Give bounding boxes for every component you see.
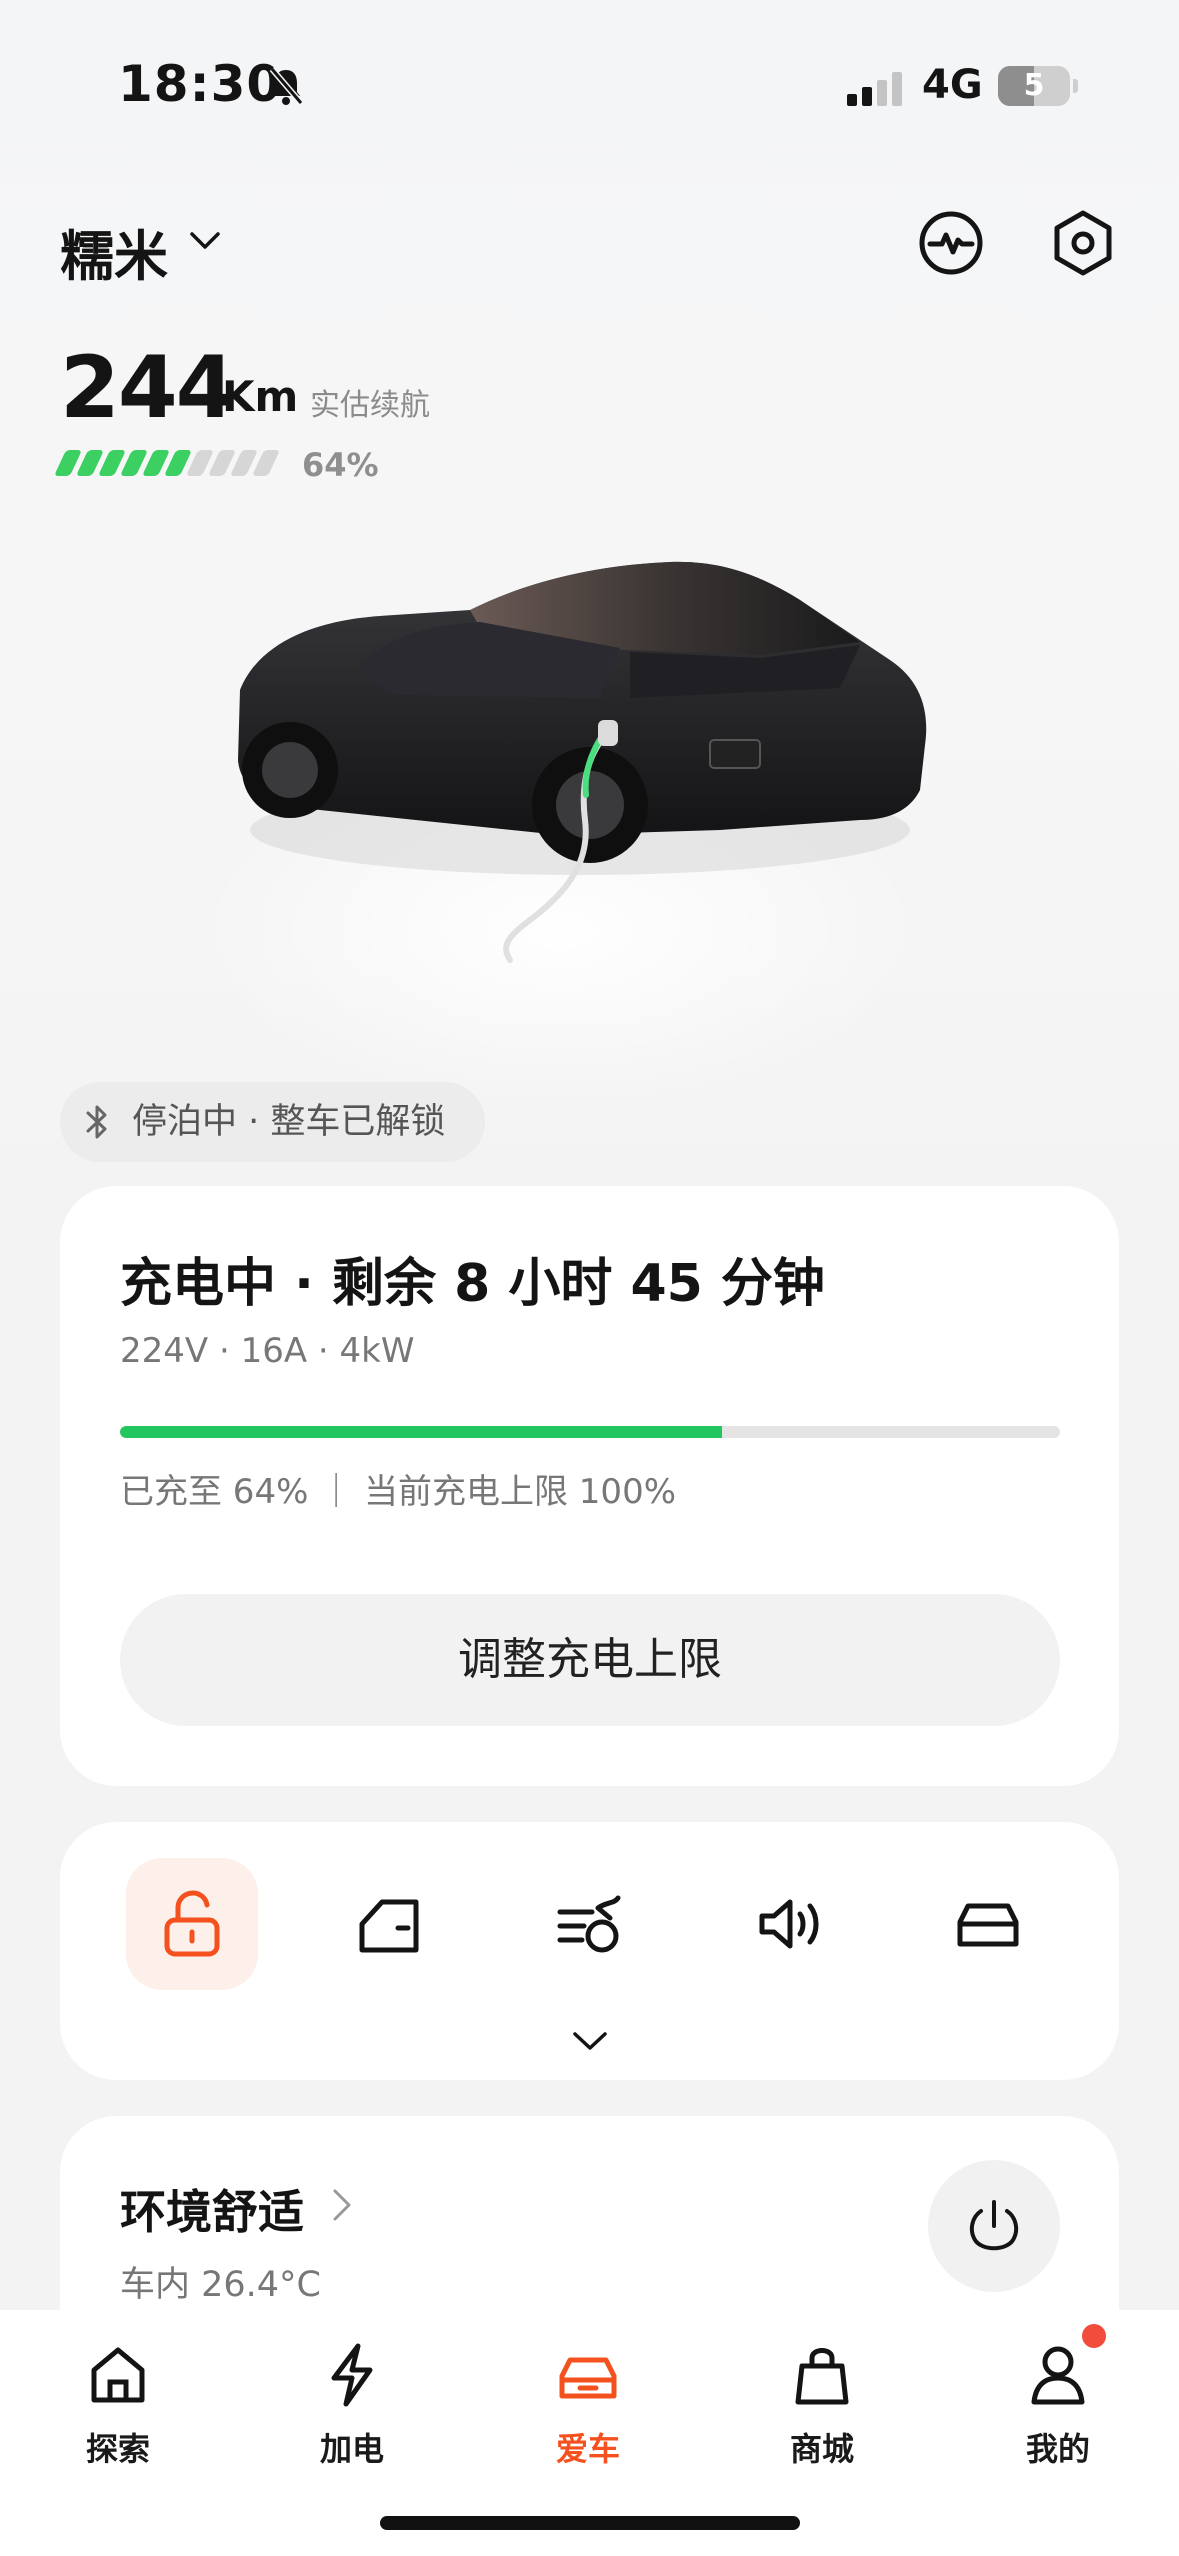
power-icon <box>969 2200 1019 2251</box>
battery-level-bar <box>53 450 281 476</box>
tab-store-label: 商城 <box>789 2430 854 2468</box>
tab-charge-label: 加电 <box>319 2430 384 2468</box>
charging-progress-fill <box>120 1426 722 1438</box>
home-icon <box>91 2347 145 2403</box>
battery-percent: 64% <box>302 446 379 484</box>
muted-bell-icon <box>269 67 304 105</box>
tab-me[interactable]: 我的 <box>978 2330 1138 2480</box>
charging-title: 充电中 · 剩余 8 小时 45 分钟 <box>120 1254 825 1314</box>
notification-badge <box>1082 2324 1106 2348</box>
bag-icon <box>795 2348 849 2405</box>
range-unit: Km <box>222 372 299 421</box>
parking-status-text: 停泊中 · 整车已解锁 <box>132 1102 446 1142</box>
horn-button[interactable] <box>724 1858 856 1990</box>
cabin-temperature: 车内 26.4°C <box>120 2265 321 2305</box>
door-icon <box>359 1899 419 1953</box>
vehicle-health-icon[interactable] <box>916 208 986 278</box>
climate-fan-icon <box>557 1895 621 1953</box>
battery-level: 5 <box>1023 68 1045 103</box>
door-control-button[interactable] <box>324 1858 456 1990</box>
charging-spec: 224V · 16A · 4kW <box>120 1331 415 1371</box>
tab-explore-label: 探索 <box>85 2430 150 2468</box>
range-label: 实估续航 <box>310 388 430 423</box>
tab-me-label: 我的 <box>1025 2430 1090 2468</box>
range-value: 244 <box>60 338 236 438</box>
home-indicator[interactable] <box>380 2516 800 2530</box>
tab-my-car[interactable]: 爱车 <box>508 2330 668 2480</box>
chevron-right-icon <box>333 2189 351 2221</box>
tab-my-car-label: 爱车 <box>555 2430 620 2468</box>
charging-progress-bar <box>120 1426 1060 1438</box>
tab-store[interactable]: 商城 <box>742 2330 902 2480</box>
chevron-down-icon[interactable] <box>188 228 222 254</box>
climate-control-button[interactable] <box>524 1858 656 1990</box>
battery-indicator: 5 <box>998 66 1078 106</box>
chevron-down-icon[interactable] <box>572 2030 608 2052</box>
bluetooth-icon <box>86 1105 107 1139</box>
unlock-icon <box>164 1890 220 1957</box>
network-type: 4G <box>922 62 983 108</box>
signal-icon <box>847 72 902 106</box>
find-car-button[interactable] <box>922 1858 1054 1990</box>
lightning-icon <box>331 2343 373 2407</box>
car-image <box>238 561 927 963</box>
parking-status-chip: 停泊中 · 整车已解锁 <box>60 1082 485 1162</box>
settings-icon[interactable] <box>1048 208 1118 278</box>
climate-power-button[interactable] <box>928 2160 1060 2292</box>
unlock-button[interactable] <box>126 1858 258 1990</box>
vehicle-name[interactable]: 糯米 <box>60 212 168 291</box>
status-time: 18:30 <box>118 55 283 113</box>
comfort-title: 环境舒适 <box>120 2185 304 2239</box>
car-icon <box>957 1903 1019 1947</box>
charging-status: 已充至 64% ｜ 当前充电上限 100% <box>120 1472 677 1512</box>
tab-charge[interactable]: 加电 <box>272 2330 432 2480</box>
person-icon <box>1031 2346 1085 2405</box>
adjust-charge-limit-button[interactable]: 调整充电上限 <box>120 1594 1060 1726</box>
horn-icon <box>759 1899 819 1949</box>
charging-card: 充电中 · 剩余 8 小时 45 分钟 224V · 16A · 4kW 已充至… <box>60 1186 1119 1786</box>
car-icon <box>559 2357 617 2399</box>
tab-explore[interactable]: 探索 <box>38 2330 198 2480</box>
quick-controls-card <box>60 1822 1119 2080</box>
